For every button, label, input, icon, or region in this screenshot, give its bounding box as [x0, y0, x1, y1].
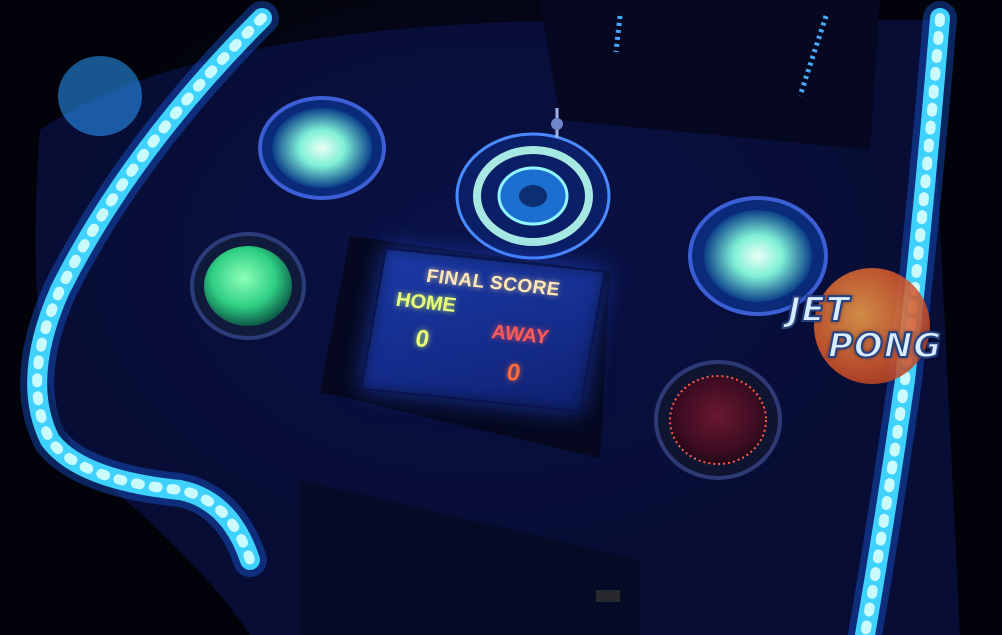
logo-word-jet: JET — [787, 289, 851, 331]
away-label: AWAY — [489, 321, 551, 349]
home-score: 0 — [413, 325, 432, 354]
scoreboard-display: FINAL SCORE HOME AWAY 0 0 — [360, 247, 606, 413]
away-score: 0 — [504, 358, 523, 387]
jet-pong-logo: JET PONG — [784, 262, 964, 392]
corner-light — [58, 56, 142, 136]
logo-word-pong: PONG — [827, 325, 943, 367]
arcade-cabinet-photo: FINAL SCORE HOME AWAY 0 0 JET PONG — [0, 0, 1002, 635]
home-label: HOME — [394, 288, 458, 317]
